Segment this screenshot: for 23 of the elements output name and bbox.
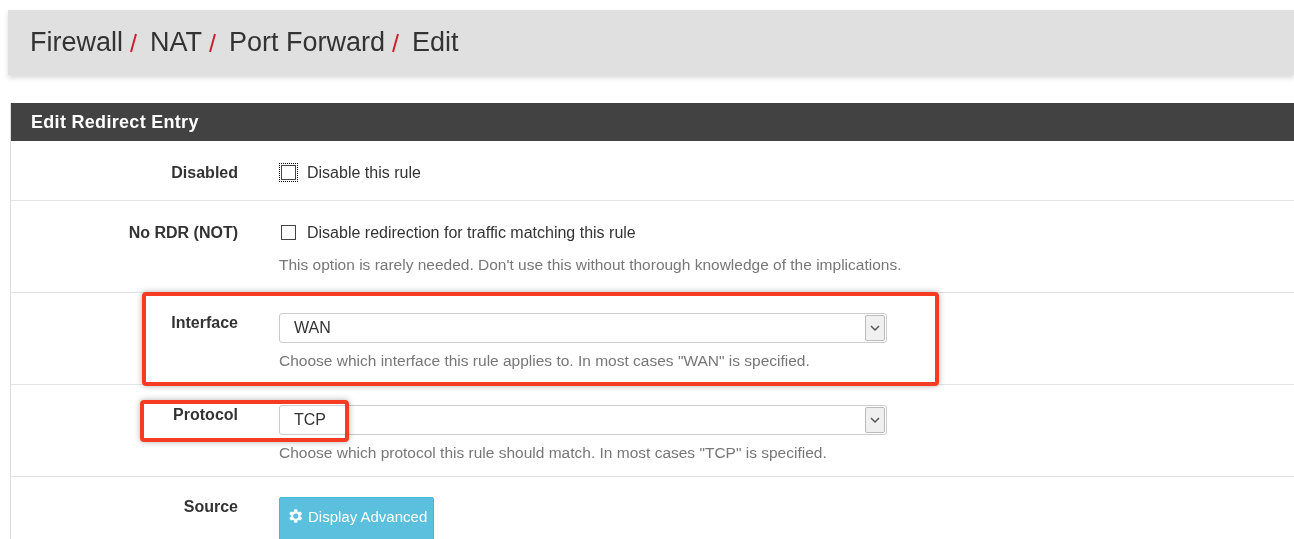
slash-separator-icon	[129, 31, 138, 54]
breadcrumb-item[interactable]: NAT	[150, 27, 202, 58]
dropdown-select[interactable]: WAN	[279, 313, 887, 343]
checkbox[interactable]	[281, 225, 296, 240]
checkbox-label: Disable redirection for traffic matching this rule	[307, 223, 636, 242]
slash-separator-icon	[391, 31, 401, 54]
field-label: Disabled	[170, 163, 238, 182]
field-label: Interface	[170, 313, 238, 333]
dropdown-select[interactable]: TCP	[279, 405, 887, 435]
breadcrumb-item[interactable]: Port Forward	[229, 27, 386, 58]
help-text: Choose which protocol this rule should match. In most cases "TCP" is specified.	[279, 444, 828, 462]
chevron-down-icon	[870, 324, 880, 332]
help-text: This option is rarely needed. Don't use this without thorough knowledge of the implications.	[279, 256, 903, 274]
checkbox-label: Disable this rule	[307, 163, 421, 182]
breadcrumb-item[interactable]: Firewall	[30, 27, 123, 58]
field-label: Protocol	[172, 405, 238, 425]
field-label: No RDR (NOT)	[127, 223, 238, 243]
slash-separator-icon	[208, 31, 217, 54]
field-label: Source	[182, 497, 238, 517]
panel-title: Edit Redirect Entry	[31, 111, 199, 133]
breadcrumb-item[interactable]: Edit	[412, 27, 459, 58]
help-text: Choose which interface this rule applies to. In most cases "WAN" is specified.	[279, 352, 811, 370]
chevron-down-icon	[870, 416, 880, 424]
